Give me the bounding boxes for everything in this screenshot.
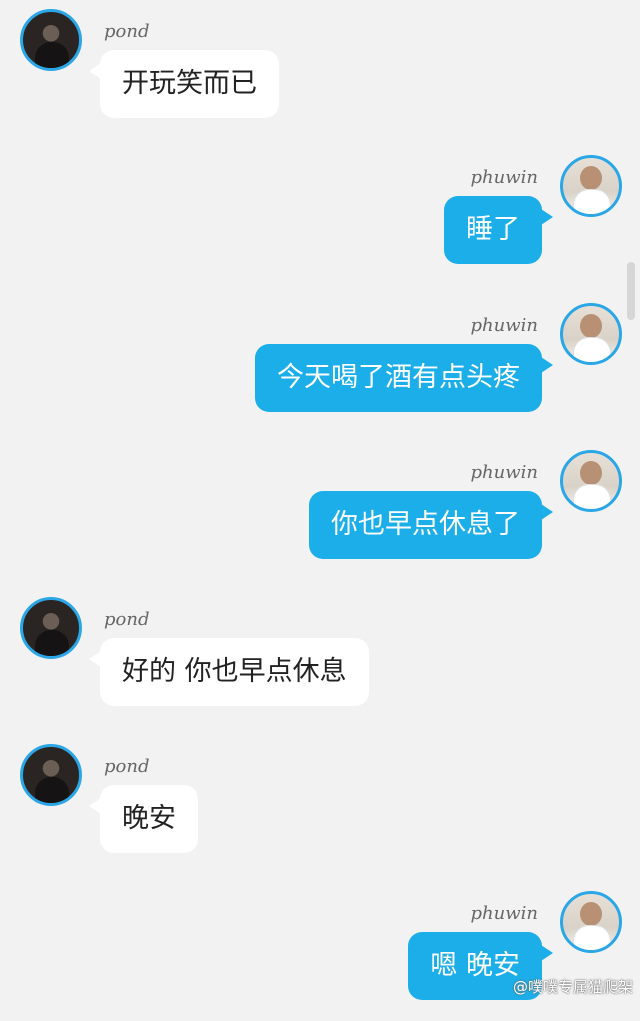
message-item: pond 开玩笑而已 [0, 9, 640, 139]
avatar[interactable] [20, 597, 82, 659]
message-item: phuwin 今天喝了酒有点头疼 [0, 303, 640, 433]
avatar[interactable] [560, 450, 622, 512]
message-bubble[interactable]: 开玩笑而已 [89, 50, 279, 118]
message-bubble[interactable]: 今天喝了酒有点头疼 [255, 344, 553, 412]
avatar[interactable] [20, 9, 82, 71]
sender-name: phuwin [470, 167, 538, 188]
watermark: @噗噗专属猫爬架 [512, 978, 633, 996]
message-item: phuwin 睡了 [0, 155, 640, 285]
avatar[interactable] [20, 744, 82, 806]
avatar[interactable] [560, 891, 622, 953]
sender-name: phuwin [470, 315, 538, 336]
sender-name: pond [104, 21, 150, 42]
message-bubble[interactable]: 你也早点休息了 [309, 491, 553, 559]
sender-name: phuwin [470, 903, 538, 924]
message-item: pond 晚安 [0, 744, 640, 874]
message-bubble[interactable]: 晚安 [89, 785, 198, 853]
message-item: phuwin 你也早点休息了 [0, 450, 640, 580]
sender-name: pond [104, 609, 150, 630]
avatar[interactable] [560, 155, 622, 217]
message-bubble[interactable]: 睡了 [444, 196, 553, 264]
message-bubble[interactable]: 好的 你也早点休息 [89, 638, 369, 706]
avatar[interactable] [560, 303, 622, 365]
message-item: pond 好的 你也早点休息 [0, 597, 640, 727]
scrollbar[interactable] [627, 262, 635, 320]
sender-name: pond [104, 756, 150, 777]
chat-area: pond 开玩笑而已 phuwin 睡了 phuwin 今天喝了酒有点头疼 ph… [0, 0, 640, 1002]
sender-name: phuwin [470, 462, 538, 483]
